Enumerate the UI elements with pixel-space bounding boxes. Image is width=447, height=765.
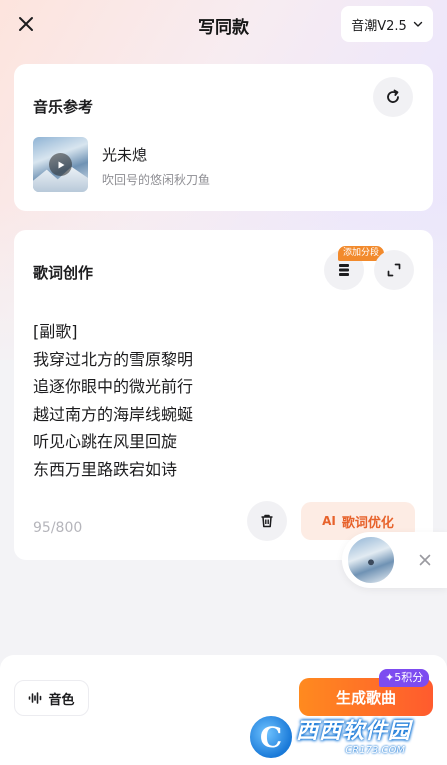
lyric-line: 东西万里路跌宕如诗	[33, 459, 178, 479]
music-reference-title: 音乐参考	[33, 98, 94, 116]
watermark: C 西西软件园 CR173.COM	[248, 712, 438, 762]
mini-player-disc[interactable]	[346, 535, 396, 585]
model-select[interactable]: 音潮V2.5	[341, 6, 433, 42]
lyrics-title: 歌词创作	[33, 264, 94, 282]
points-badge: ✦5积分	[379, 669, 430, 687]
mini-player-close-button[interactable]	[415, 550, 435, 570]
close-icon	[419, 554, 431, 566]
waveform-icon	[29, 692, 42, 704]
watermark-text: 西西软件园 CR173.COM	[296, 719, 411, 756]
lyrics-text[interactable]: [副歌] 我穿过北方的雪原黎明 追逐你眼中的微光前行 越过南方的海岸线蜿蜒 听见…	[33, 318, 193, 483]
play-icon	[58, 161, 64, 168]
ai-icon: AI	[322, 514, 336, 528]
expand-icon	[387, 263, 401, 277]
lyric-line: 越过南方的海岸线蜿蜒	[33, 404, 194, 424]
expand-button[interactable]	[374, 250, 414, 290]
watermark-sub: CR173.COM	[345, 744, 406, 756]
refresh-icon	[387, 89, 399, 103]
timbre-button[interactable]: 音色	[14, 680, 89, 716]
clear-button[interactable]	[247, 501, 287, 541]
song-author: 吹回号的悠闲秋刀鱼	[102, 173, 211, 187]
lyric-line: [副歌]	[33, 322, 78, 341]
character-counter: 95/800	[33, 520, 83, 536]
watermark-main: 西西软件园	[296, 718, 412, 744]
music-reference-card: 音乐参考 光未熄 吹回号的悠闲秋刀鱼	[14, 64, 433, 211]
lyrics-optimize-label: 歌词优化	[341, 515, 394, 531]
model-label: 音潮V2.5	[351, 18, 407, 34]
watermark-logo: C	[248, 714, 294, 760]
lyrics-card: 歌词创作 添加分段 [副歌] 我穿过北方的雪原黎明 追逐你眼中的微光前行 越过南…	[14, 230, 433, 560]
header: 写同款 音潮V2.5	[0, 0, 447, 48]
timbre-label: 音色	[48, 692, 75, 708]
chevron-down-icon	[413, 21, 422, 27]
lyric-line: 听见心跳在风里回旋	[33, 432, 178, 451]
song-cover[interactable]	[33, 137, 88, 192]
song-name: 光未熄	[102, 146, 148, 164]
mini-player[interactable]	[342, 532, 447, 588]
lyric-line: 追逐你眼中的微光前行	[33, 377, 194, 396]
generate-song-label: 生成歌曲	[335, 688, 396, 707]
lyric-line: 我穿过北方的雪原黎明	[33, 349, 194, 369]
refresh-button[interactable]	[373, 77, 413, 117]
play-button[interactable]	[49, 153, 72, 176]
trash-icon	[261, 514, 273, 528]
section-icon	[339, 264, 349, 276]
